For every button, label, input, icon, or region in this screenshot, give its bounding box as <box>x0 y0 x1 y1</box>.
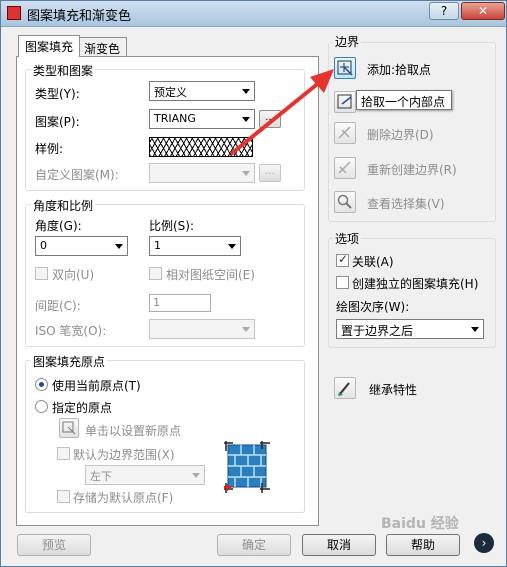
group-title-boundary: 边界 <box>333 33 362 50</box>
chevron-down-icon <box>192 473 200 478</box>
scale-select[interactable]: 1 <box>149 236 241 256</box>
set-origin-button[interactable] <box>59 418 79 438</box>
default-extent-checkbox[interactable] <box>57 447 70 460</box>
group-title-options: 选项 <box>333 230 362 247</box>
pattern-select-value: TRIANG <box>154 112 196 125</box>
draw-order-value: 置于边界之后 <box>341 324 414 338</box>
view-selections-label: 查看选择集(V) <box>367 197 445 211</box>
extent-position-value: 左下 <box>90 470 112 483</box>
custom-pattern-label: 自定义图案(M): <box>35 168 119 182</box>
title-bar: 图案填充和渐变色 ? ✕ <box>1 1 506 27</box>
store-default-label: 存储为默认原点(F) <box>73 491 174 505</box>
expand-more-options-button[interactable]: › <box>474 533 494 553</box>
inherit-properties-label: 继承特性 <box>369 383 418 397</box>
chevron-down-icon <box>115 244 123 249</box>
pattern-label: 图案(P): <box>35 115 80 129</box>
tab-hatch[interactable]: 图案填充 <box>18 35 81 57</box>
recreate-boundary-label: 重新创建边界(R) <box>367 163 457 177</box>
custom-pattern-select[interactable] <box>149 163 255 183</box>
help-title-button[interactable]: ? <box>429 2 459 20</box>
double-label: 双向(U) <box>52 268 95 282</box>
spacing-input[interactable]: 1 <box>149 294 211 312</box>
type-label: 类型(Y): <box>35 87 80 101</box>
inherit-brush-icon <box>338 382 350 396</box>
help-button[interactable]: 帮助 <box>386 534 460 556</box>
double-checkbox[interactable] <box>35 267 48 280</box>
angle-select[interactable]: 0 <box>35 236 128 256</box>
iso-pen-select[interactable] <box>149 319 255 339</box>
specified-origin-label: 指定的原点 <box>52 401 113 415</box>
add-pick-points-label: 添加:拾取点 <box>367 63 432 77</box>
watermark-logo: Baidu 经验 <box>381 516 459 532</box>
default-extent-label: 默认为边界范围(X) <box>73 448 175 462</box>
sample-label: 样例: <box>35 142 64 156</box>
pick-origin-icon <box>62 421 76 435</box>
spacing-label: 间距(C): <box>35 299 81 313</box>
pick-point-tooltip: 拾取一个内部点 <box>356 90 452 110</box>
group-title-origin: 图案填充原点 <box>31 353 108 370</box>
preview-button[interactable]: 预览 <box>17 534 91 556</box>
relative-paper-checkbox[interactable] <box>149 267 162 280</box>
app-icon <box>7 6 21 20</box>
tab-gradient[interactable]: 渐变色 <box>77 37 128 57</box>
chevron-down-icon <box>242 171 250 176</box>
use-current-origin-radio[interactable] <box>35 378 48 391</box>
brick-pattern-preview-icon <box>224 441 270 493</box>
chevron-down-icon <box>228 244 236 249</box>
hatch-gradient-dialog: 图案填充和渐变色 ? ✕ 图案填充 渐变色 类型和图案 类型(Y): 预定义 图… <box>0 0 507 567</box>
view-selections-button[interactable] <box>334 191 356 213</box>
independent-hatch-label: 创建独立的图案填充(H) <box>352 277 479 291</box>
ok-button[interactable]: 确定 <box>217 534 291 556</box>
recreate-boundary-button[interactable] <box>334 157 356 179</box>
remove-boundaries-label: 删除边界(D) <box>367 128 434 142</box>
custom-pattern-browse-button[interactable]: ... <box>259 164 281 182</box>
scale-label: 比例(S): <box>149 219 195 233</box>
chevron-down-icon <box>242 327 250 332</box>
store-default-checkbox[interactable] <box>57 490 70 503</box>
annotation-arrow-icon <box>229 69 334 156</box>
magnifier-icon <box>337 194 352 209</box>
angle-label: 角度(G): <box>35 219 82 233</box>
angle-select-value: 0 <box>40 239 47 252</box>
window-title: 图案填充和渐变色 <box>27 9 132 24</box>
recreate-boundary-icon <box>338 161 351 174</box>
cancel-button[interactable]: 取消 <box>302 534 376 556</box>
associative-label: 关联(A) <box>352 255 394 269</box>
use-current-origin-label: 使用当前原点(T) <box>52 379 141 393</box>
associative-checkbox[interactable] <box>336 252 349 267</box>
iso-pen-label: ISO 笔宽(O): <box>35 324 107 338</box>
close-button[interactable]: ✕ <box>461 2 505 20</box>
extent-position-select[interactable]: 左下 <box>85 465 205 485</box>
scale-select-value: 1 <box>154 239 161 252</box>
draw-order-label: 绘图次序(W): <box>336 300 410 314</box>
inherit-properties-button[interactable] <box>334 377 356 399</box>
click-set-origin-label: 单击以设置新原点 <box>85 424 182 438</box>
specified-origin-radio[interactable] <box>35 400 48 413</box>
chevron-down-icon <box>471 327 479 332</box>
relative-paper-label: 相对图纸空间(E) <box>166 268 255 282</box>
draw-order-select[interactable]: 置于边界之后 <box>336 319 484 339</box>
group-title-type-pattern: 类型和图案 <box>31 62 96 79</box>
type-select-value: 预定义 <box>154 86 187 99</box>
group-title-angle-scale: 角度和比例 <box>31 197 96 214</box>
independent-hatch-checkbox[interactable] <box>336 276 349 289</box>
